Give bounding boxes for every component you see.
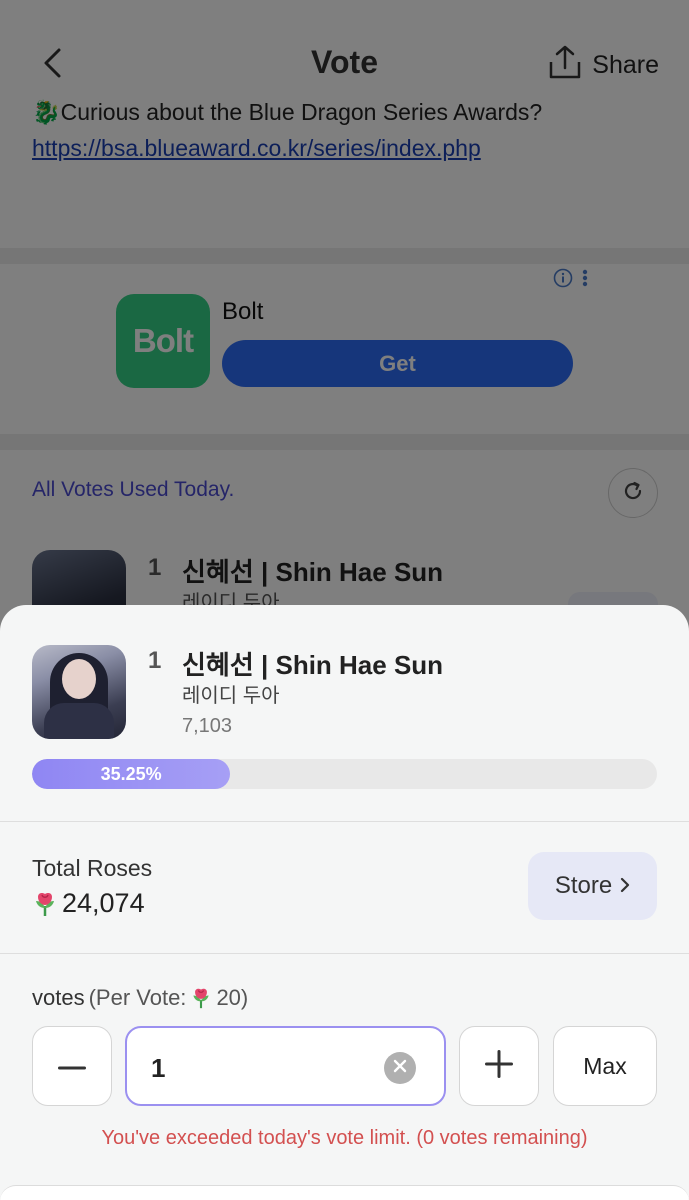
quantity-input[interactable]	[151, 1048, 371, 1088]
vote-bottom-sheet: 1 신혜선 | Shin Hae Sun 레이디 두아 7,103 35.25%…	[0, 605, 689, 1200]
sheet-footer	[0, 1185, 689, 1200]
quantity-field[interactable]	[125, 1026, 446, 1106]
store-label: Store	[554, 872, 613, 899]
candidate-rank: 1	[148, 647, 162, 674]
clear-icon	[393, 1059, 407, 1078]
rose-icon	[32, 891, 58, 917]
total-roses-label: Total Roses	[32, 855, 153, 881]
per-vote-prefix: (Per Vote:	[88, 985, 187, 1010]
votes-label-row: votes (Per Vote: 20)	[32, 985, 248, 1011]
max-button[interactable]: Max	[553, 1026, 657, 1106]
clear-input-button[interactable]	[384, 1052, 416, 1084]
rose-icon	[190, 987, 212, 1009]
candidate-photo	[32, 645, 126, 739]
store-button[interactable]: Store	[528, 852, 657, 920]
chevron-right-icon	[620, 872, 630, 900]
vote-limit-error: You've exceeded today's vote limit. (0 v…	[101, 1127, 588, 1149]
increment-button[interactable]	[459, 1026, 539, 1106]
vote-share-bar: 35.25%	[32, 759, 657, 789]
decrement-button[interactable]	[32, 1026, 112, 1106]
section-divider	[0, 821, 689, 822]
candidate-subtitle: 레이디 두아	[182, 685, 280, 707]
vote-share-fill: 35.25%	[32, 759, 231, 789]
minus-icon	[58, 1057, 86, 1075]
vote-share-percent: 35.25%	[100, 763, 162, 784]
candidate-name: 신혜선 | Shin Hae Sun	[182, 650, 444, 680]
votes-label: votes	[32, 985, 85, 1010]
candidate-vote-count: 7,103	[182, 715, 233, 737]
per-vote-value: 20)	[216, 985, 249, 1010]
section-divider	[0, 953, 689, 954]
total-roses-number: 24,074	[62, 888, 145, 918]
total-roses-value: 24,074	[32, 888, 145, 919]
plus-icon	[485, 1049, 513, 1083]
